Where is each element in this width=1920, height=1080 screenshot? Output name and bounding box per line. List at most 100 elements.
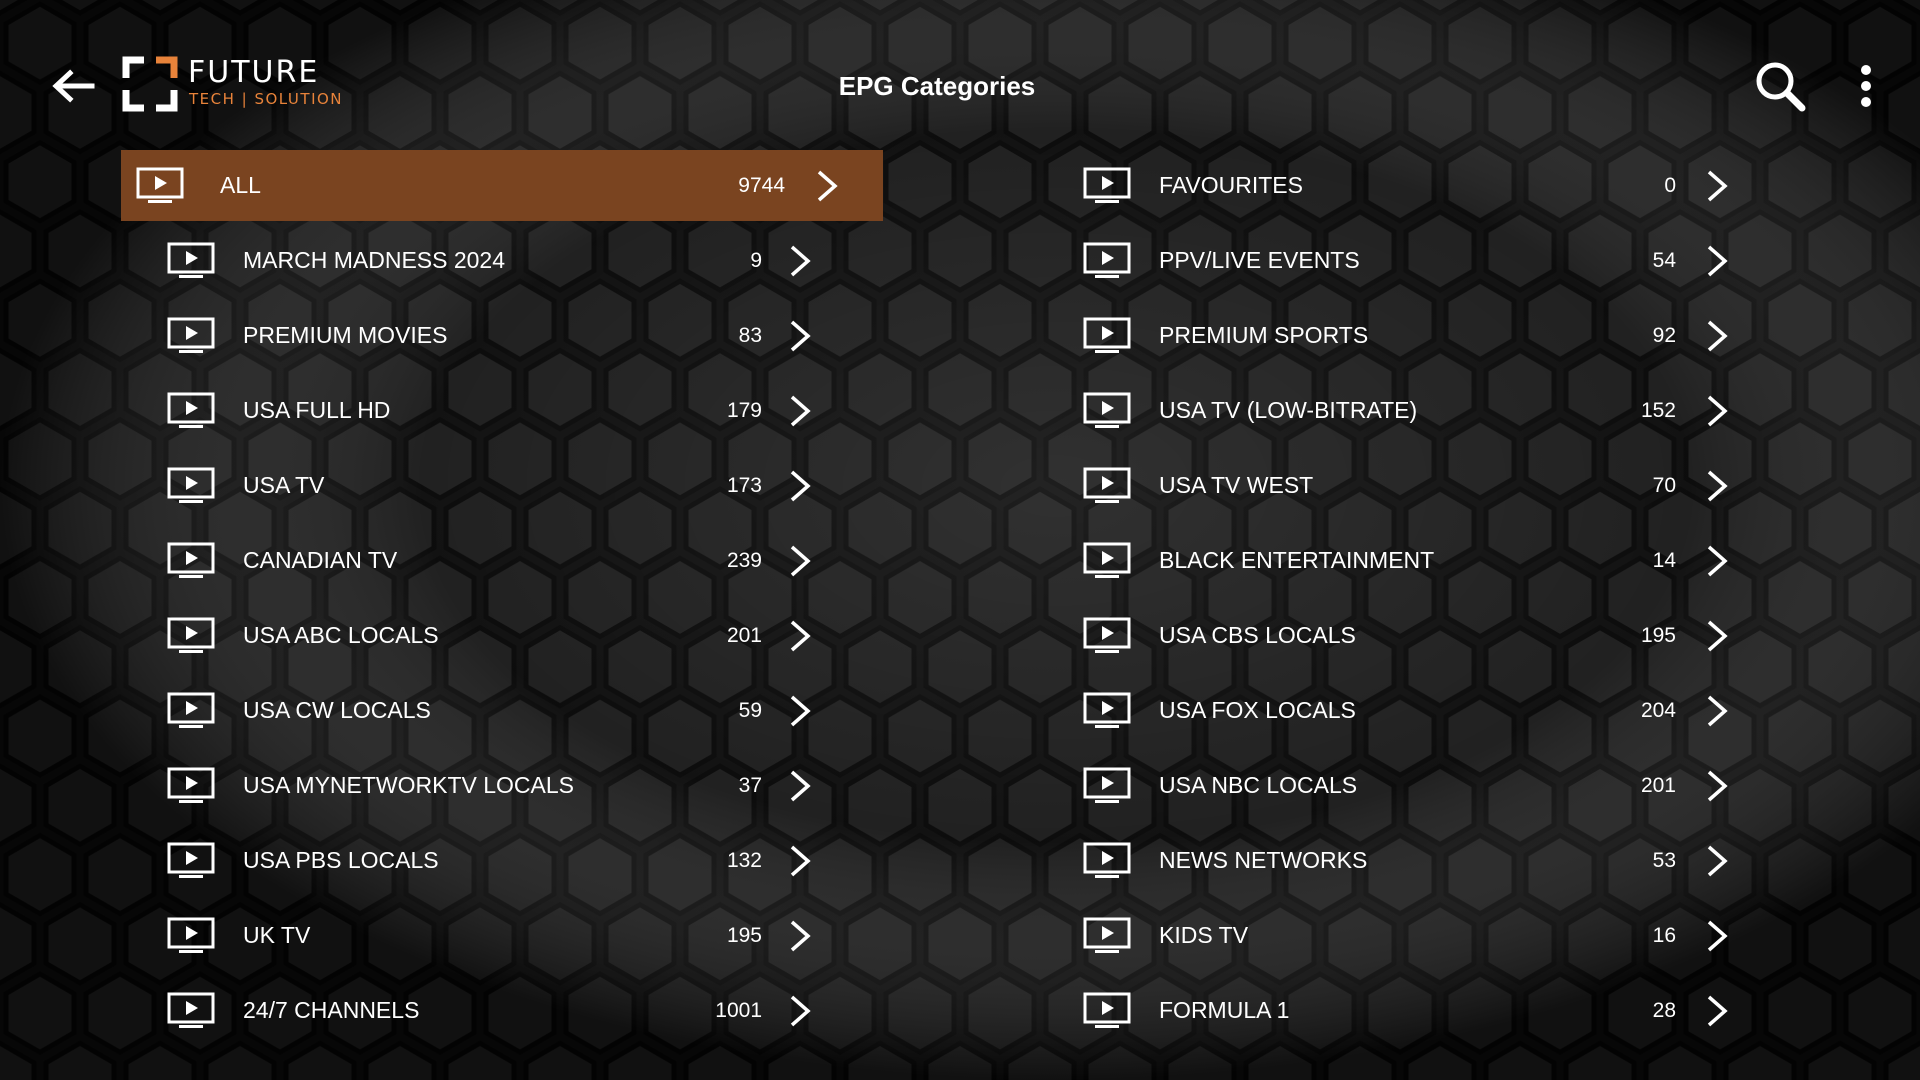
logo-mark-icon: [122, 56, 178, 112]
chevron-right-icon: [787, 619, 813, 653]
category-row[interactable]: FAVOURITES 0: [1068, 150, 1768, 221]
tv-play-icon: [1083, 767, 1131, 805]
category-row[interactable]: ALL 9744: [121, 150, 883, 221]
category-row[interactable]: NEWS NETWORKS 53: [1068, 825, 1768, 896]
chevron-right-icon: [1704, 319, 1730, 353]
category-count: 179: [726, 399, 762, 422]
category-row[interactable]: PPV/LIVE EVENTS 54: [1068, 225, 1768, 296]
tv-play-icon: [1083, 692, 1131, 730]
overflow-menu-button[interactable]: [1850, 62, 1882, 110]
page-title: EPG Categories: [838, 71, 1036, 101]
category-count: 201: [726, 624, 762, 647]
category-row[interactable]: 24/7 CHANNELS 1001: [121, 975, 883, 1046]
back-button[interactable]: [48, 62, 96, 110]
tv-play-icon: [1083, 842, 1131, 880]
chevron-right-icon: [1704, 694, 1730, 728]
chevron-right-icon: [787, 544, 813, 578]
tv-play-icon: [167, 917, 215, 955]
category-count: 70: [1652, 474, 1676, 497]
tv-play-icon: [167, 767, 215, 805]
category-label: PPV/LIVE EVENTS: [1159, 247, 1360, 273]
category-label: MARCH MADNESS 2024: [243, 247, 506, 273]
category-label: FORMULA 1: [1159, 997, 1290, 1023]
category-label: KIDS TV: [1159, 922, 1249, 948]
category-count: 9744: [738, 174, 785, 197]
tv-play-icon: [167, 392, 215, 430]
category-count: 152: [1640, 399, 1676, 422]
category-count: 83: [738, 324, 762, 347]
tv-play-icon: [1083, 542, 1131, 580]
tv-play-icon: [167, 317, 215, 355]
category-row[interactable]: USA TV (LOW-BITRATE) 152: [1068, 375, 1768, 446]
category-row[interactable]: BLACK ENTERTAINMENT 14: [1068, 525, 1768, 596]
category-label: USA ABC LOCALS: [243, 622, 439, 648]
tv-play-icon: [1083, 617, 1131, 655]
category-row[interactable]: PREMIUM SPORTS 92: [1068, 300, 1768, 371]
category-count: 239: [726, 549, 762, 572]
logo-subtitle: TECH | SOLUTION: [189, 90, 344, 108]
category-row[interactable]: USA FULL HD 179: [121, 375, 883, 446]
tv-play-icon: [167, 992, 215, 1030]
chevron-right-icon: [1704, 769, 1730, 803]
category-row[interactable]: USA TV 173: [121, 450, 883, 521]
category-row[interactable]: USA NBC LOCALS 201: [1068, 750, 1768, 821]
tv-play-icon: [1083, 992, 1131, 1030]
tv-play-icon: [167, 542, 215, 580]
tv-play-icon: [167, 842, 215, 880]
logo-title: FUTURE: [188, 55, 320, 90]
category-row[interactable]: KIDS TV 16: [1068, 900, 1768, 971]
tv-play-icon: [167, 617, 215, 655]
tv-play-icon: [1083, 317, 1131, 355]
category-count: 1001: [715, 999, 762, 1022]
category-count: 54: [1652, 249, 1676, 272]
category-label: USA TV WEST: [1159, 472, 1314, 498]
chevron-right-icon: [787, 994, 813, 1028]
category-row[interactable]: USA ABC LOCALS 201: [121, 600, 883, 671]
category-row[interactable]: MARCH MADNESS 2024 9: [121, 225, 883, 296]
category-row[interactable]: USA TV WEST 70: [1068, 450, 1768, 521]
chevron-right-icon: [787, 319, 813, 353]
tv-play-icon: [167, 692, 215, 730]
category-row[interactable]: USA CBS LOCALS 195: [1068, 600, 1768, 671]
tv-play-icon: [1083, 242, 1131, 280]
category-count: 201: [1640, 774, 1676, 797]
category-label: USA FULL HD: [243, 397, 391, 423]
chevron-right-icon: [1704, 994, 1730, 1028]
tv-play-icon: [167, 467, 215, 505]
chevron-right-icon: [814, 169, 840, 203]
chevron-right-icon: [1704, 169, 1730, 203]
chevron-right-icon: [787, 469, 813, 503]
category-row[interactable]: CANADIAN TV 239: [121, 525, 883, 596]
more-vertical-icon: [1861, 65, 1871, 107]
category-row[interactable]: USA PBS LOCALS 132: [121, 825, 883, 896]
category-row[interactable]: FORMULA 1 28: [1068, 975, 1768, 1046]
category-label: CANADIAN TV: [243, 547, 398, 573]
category-row[interactable]: USA MYNETWORKTV LOCALS 37: [121, 750, 883, 821]
category-row[interactable]: PREMIUM MOVIES 83: [121, 300, 883, 371]
category-label: UK TV: [243, 922, 311, 948]
search-button[interactable]: [1752, 58, 1808, 114]
category-row[interactable]: USA CW LOCALS 59: [121, 675, 883, 746]
category-label: NEWS NETWORKS: [1159, 847, 1368, 873]
category-count: 9: [750, 249, 762, 272]
category-row[interactable]: UK TV 195: [121, 900, 883, 971]
category-count: 195: [1640, 624, 1676, 647]
category-label: PREMIUM SPORTS: [1159, 322, 1369, 348]
category-label: FAVOURITES: [1159, 172, 1303, 198]
category-label: 24/7 CHANNELS: [243, 997, 420, 1023]
chevron-right-icon: [787, 244, 813, 278]
category-list-left: ALL 9744 MARCH MADNESS 2024 9 PREMIUM MOVIES…: [121, 150, 883, 1050]
chevron-right-icon: [1704, 469, 1730, 503]
category-label: USA CBS LOCALS: [1159, 622, 1356, 648]
tv-play-icon: [1083, 467, 1131, 505]
tv-play-icon: [136, 167, 184, 205]
category-label: USA PBS LOCALS: [243, 847, 439, 873]
tv-play-icon: [167, 242, 215, 280]
category-count: 173: [726, 474, 762, 497]
chevron-right-icon: [1704, 844, 1730, 878]
category-row[interactable]: USA FOX LOCALS 204: [1068, 675, 1768, 746]
category-count: 53: [1652, 849, 1676, 872]
chevron-right-icon: [1704, 244, 1730, 278]
top-bar: FUTURE TECH | SOLUTION EPG Categories: [0, 0, 1920, 150]
category-label: USA TV: [243, 472, 325, 498]
